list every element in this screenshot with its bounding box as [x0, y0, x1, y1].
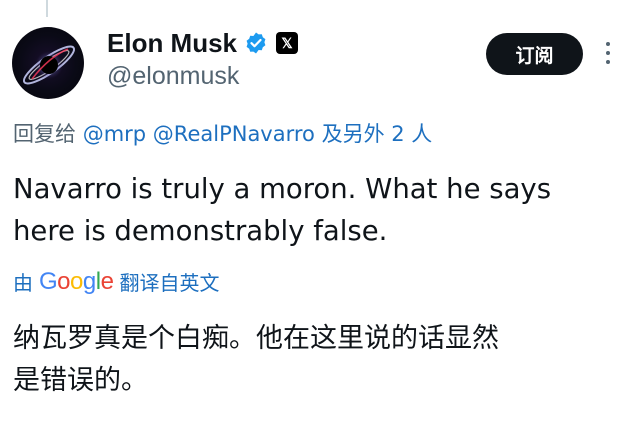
verified-badge-icon [246, 32, 266, 54]
google-logo-letter: o [70, 267, 83, 295]
x-logo-icon[interactable]: 𝕏 [276, 32, 299, 54]
reply-context: 回复给 @mrp @RealPNavarro 及另外 2 人 [13, 118, 432, 148]
translated-text-line: 是错误的。 [13, 365, 148, 396]
mention-link-realpnavarro[interactable]: @RealPNavarro [153, 122, 315, 146]
author-handle[interactable]: @elonmusk [107, 62, 239, 91]
translated-text: 纳瓦罗真是个白痴。他在这里说的话显然 是错误的。 [13, 318, 623, 402]
translation-attribution[interactable]: 由 Google 翻译自英文 [13, 267, 219, 296]
translated-by-label: 由 [13, 271, 33, 295]
google-logo-letter: g [82, 267, 96, 295]
tweet-text-line: here is demonstrably false. [13, 215, 388, 247]
more-vertical-icon[interactable] [603, 42, 613, 68]
reply-prefix: 回复给 [13, 122, 76, 146]
google-logo-letter: e [100, 267, 114, 295]
google-logo: Google [39, 267, 114, 296]
black-hole-avatar-icon [23, 45, 75, 85]
translated-text-line: 纳瓦罗真是个白痴。他在这里说的话显然 [13, 323, 499, 354]
translated-from-label: 翻译自英文 [119, 271, 220, 295]
mention-others-link[interactable]: 及另外 2 人 [322, 122, 433, 146]
author-name[interactable]: Elon Musk [107, 28, 237, 59]
author-name-row: Elon Musk 𝕏 [107, 26, 299, 60]
subscribe-button[interactable]: 订阅 [486, 33, 583, 75]
tweet-text-line: Navarro is truly a moron. What he says [13, 173, 552, 205]
tweet-text: Navarro is truly a moron. What he says h… [13, 168, 613, 252]
avatar[interactable] [12, 27, 84, 99]
google-logo-letter: o [57, 267, 71, 295]
thread-connector-line [46, 0, 48, 17]
google-logo-letter: G [39, 267, 58, 295]
mention-link-mrp[interactable]: @mrp [83, 122, 146, 146]
